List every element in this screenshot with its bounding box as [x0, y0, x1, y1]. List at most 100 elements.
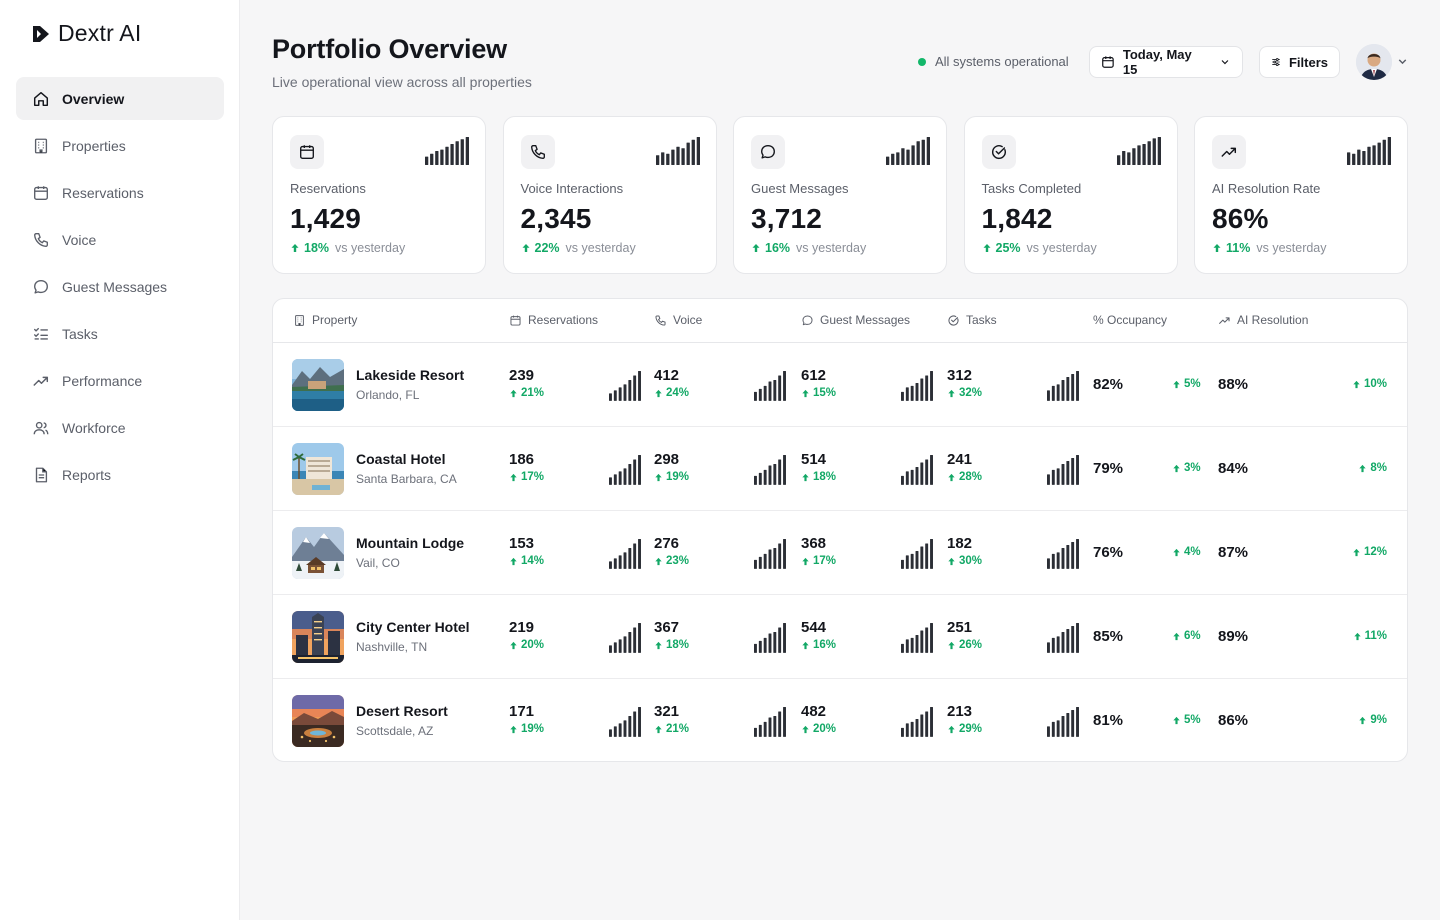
spark-bar	[680, 148, 685, 165]
ai-resolution-delta: 12%	[1352, 546, 1387, 558]
spark-bar	[778, 543, 782, 569]
spark-bar	[901, 475, 904, 485]
sparkline-bars	[1347, 137, 1391, 165]
metric-delta-value: 19%	[666, 471, 690, 483]
spark-bar	[638, 707, 641, 737]
metric-trend-bars	[609, 455, 641, 485]
property-name[interactable]: Mountain Lodge	[356, 535, 464, 551]
sidebar-item-properties[interactable]: Properties	[16, 124, 224, 167]
sidebar-item-tasks[interactable]: Tasks	[16, 312, 224, 355]
spark-bar	[1372, 145, 1376, 165]
metric-delta: 21%	[654, 723, 689, 735]
column-header-voice[interactable]: Voice	[654, 313, 702, 327]
kpi-label: Reservations	[290, 181, 366, 196]
filters-button[interactable]: Filters	[1259, 46, 1340, 78]
spark-bar	[1076, 707, 1079, 737]
trend-bars	[1047, 455, 1079, 485]
spark-bar	[763, 637, 767, 653]
table-row[interactable]: City Center Hotel Nashville, TN 219 20% 367 1…	[273, 595, 1407, 679]
metric-trend-bars	[1047, 455, 1079, 485]
column-header-guest-messages[interactable]: Guest Messages	[801, 313, 910, 327]
ai-resolution-value: 89%	[1218, 628, 1249, 645]
metric-tasks: 312 32%	[947, 367, 982, 399]
spark-bar	[916, 141, 920, 165]
spark-bar	[623, 384, 627, 401]
user-avatar[interactable]	[1356, 44, 1392, 80]
chevron-down-icon[interactable]	[1396, 55, 1409, 68]
metric-delta: 14%	[509, 555, 544, 567]
page-subtitle: Live operational view across all propert…	[272, 74, 532, 90]
spark-bar	[930, 623, 933, 653]
arrow-up-icon	[1173, 632, 1180, 640]
occupancy-delta-value: 6%	[1184, 630, 1201, 642]
column-header-reservations[interactable]: Reservations	[509, 313, 598, 327]
column-header-label: Guest Messages	[820, 313, 911, 327]
table-row[interactable]: Coastal Hotel Santa Barbara, CA 186 17% 298 1…	[273, 427, 1407, 511]
spark-bar	[613, 726, 617, 737]
metric-delta-value: 20%	[521, 639, 545, 651]
spark-bar	[655, 155, 659, 165]
property-name[interactable]: Lakeside Resort	[356, 367, 464, 383]
metric-delta-value: 24%	[666, 387, 690, 399]
column-header-tasks[interactable]: Tasks	[947, 313, 997, 327]
sidebar-item-performance[interactable]: Performance	[16, 359, 224, 402]
property-name[interactable]: Coastal Hotel	[356, 451, 445, 467]
kpi-delta-value: 18%	[304, 241, 330, 255]
kpi-delta-value: 11%	[1226, 241, 1251, 255]
spark-bar	[1126, 152, 1130, 165]
column-header-occupancy[interactable]: % Occupancy	[1093, 313, 1167, 327]
spark-bar	[638, 623, 641, 653]
spark-bar	[1382, 139, 1386, 165]
kpi-card-guest-messages[interactable]: Guest Messages 3,712 16% vs yesterday	[733, 116, 947, 274]
spark-bar	[1152, 138, 1156, 165]
spark-bar	[618, 471, 622, 485]
sidebar-item-reservations[interactable]: Reservations	[16, 171, 224, 214]
spark-bar	[778, 459, 782, 485]
table-row[interactable]: Mountain Lodge Vail, CO 153 14% 276 23% 368 17%…	[273, 511, 1407, 595]
sidebar-item-overview[interactable]: Overview	[16, 77, 224, 120]
spark-bar	[1071, 373, 1075, 401]
arrow-up-icon	[948, 557, 955, 565]
sidebar-item-reports[interactable]: Reports	[16, 453, 224, 496]
spark-bar	[910, 721, 914, 737]
kpi-delta-caption: vs yesterday	[1026, 241, 1097, 255]
metric-reservations: 186 17%	[509, 451, 544, 483]
arrow-up-icon	[1173, 716, 1180, 724]
sidebar-item-guest-messages[interactable]: Guest Messages	[16, 265, 224, 308]
metric-delta: 17%	[801, 555, 836, 567]
spark-bar	[783, 623, 786, 653]
kpi-sparkline	[1347, 137, 1391, 165]
arrow-up-icon	[802, 473, 809, 481]
occupancy-delta: 4%	[1172, 546, 1201, 558]
spark-bar	[768, 717, 772, 737]
table-row[interactable]: Lakeside Resort Orlando, FL 239 21% 412 24% 61…	[273, 343, 1407, 427]
property-name[interactable]: City Center Hotel	[356, 619, 470, 635]
table-row[interactable]: Desert Resort Scottsdale, AZ 171 19% 321 21% 4…	[273, 679, 1407, 761]
metric-delta-value: 16%	[813, 639, 837, 651]
kpi-delta: 22% vs yesterday	[521, 241, 636, 255]
kpi-card-ai-resolution-rate[interactable]: AI Resolution Rate 86% 11% vs yesterday	[1194, 116, 1408, 274]
metric-trend-bars	[1047, 707, 1079, 737]
brand-logo[interactable]: Dextr AI	[32, 20, 141, 47]
column-header-ai-resolution[interactable]: AI Resolution	[1218, 313, 1308, 327]
kpi-card-reservations[interactable]: Reservations 1,429 18% vs yesterday	[272, 116, 486, 274]
trend-bars	[754, 539, 786, 569]
kpi-card-tasks-completed[interactable]: Tasks Completed 1,842 25% vs yesterday	[963, 116, 1178, 274]
spark-bar	[1056, 552, 1060, 569]
column-header-property[interactable]: Property	[293, 313, 357, 327]
spark-bar	[901, 643, 904, 653]
phone-icon	[530, 145, 545, 159]
property-thumbnail	[292, 611, 344, 663]
trend-bars	[754, 371, 786, 401]
kpi-card-voice-interactions[interactable]: Voice Interactions 2,345 22% vs yesterday	[502, 116, 717, 274]
sidebar-item-workforce[interactable]: Workforce	[16, 406, 224, 449]
spark-bar	[1377, 142, 1381, 165]
sidebar-item-voice[interactable]: Voice	[16, 218, 224, 261]
occupancy-delta-value: 5%	[1184, 714, 1201, 726]
trend-bars	[1047, 623, 1079, 653]
spark-bar	[1047, 474, 1050, 485]
spark-bar	[628, 715, 632, 737]
spark-bar	[1047, 726, 1050, 737]
property-name[interactable]: Desert Resort	[356, 703, 448, 719]
date-picker-button[interactable]: Today, May 15	[1089, 46, 1243, 78]
